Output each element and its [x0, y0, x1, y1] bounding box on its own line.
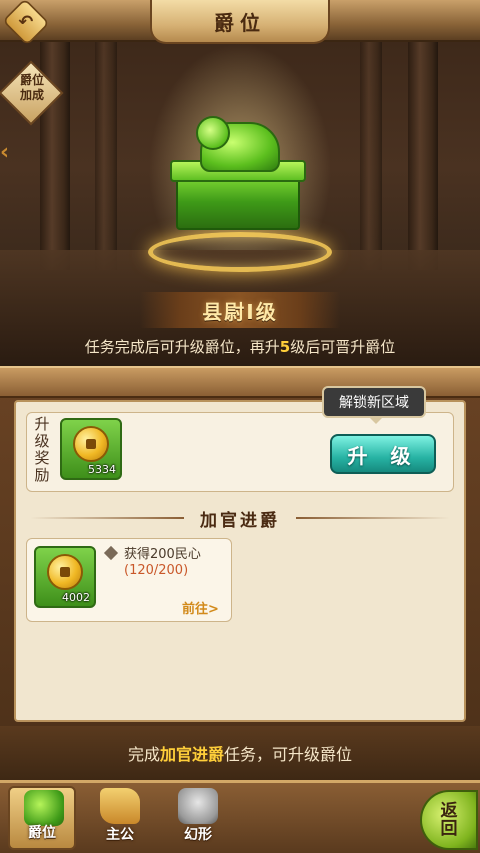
return-button-label: 返 回 [441, 802, 458, 838]
scroll-icon [100, 788, 140, 824]
footer-hint-suffix: 任务，可升级爵位 [224, 745, 353, 764]
footer-hint-bar: 完成加官进爵任务，可升级爵位 [0, 726, 480, 780]
section-header: 加官进爵 [30, 504, 450, 532]
task-progress: (120/200) [124, 563, 189, 578]
tab-lord-label: 主公 [106, 827, 134, 843]
hall-pillar [408, 40, 438, 270]
rank-ribbon: 县尉I级 [140, 292, 340, 328]
chevron-left-icon[interactable]: ‹ [0, 140, 9, 165]
footer-hint-prefix: 完成 [127, 745, 160, 764]
reward-item[interactable]: 5334 [60, 418, 122, 480]
task-go-link[interactable]: 前往> [182, 598, 219, 617]
jade-seal-icon [24, 790, 64, 826]
hall-pillar [95, 40, 117, 270]
task-reward-item[interactable]: 4002 [34, 546, 96, 608]
dragon-statue-icon [178, 788, 218, 824]
hall-pillar [360, 40, 382, 270]
tab-transform[interactable]: 幻形 [164, 786, 232, 850]
section-title: 加官进爵 [200, 510, 280, 531]
back-arrow-icon: ↶ [18, 12, 34, 32]
golden-halo [148, 232, 332, 272]
rank-hint-prefix: 任务完成后可升级爵位，再升 [84, 338, 280, 356]
rank-hint: 任务完成后可升级爵位，再升5级后可晋升爵位 [0, 336, 480, 357]
tab-transform-label: 幻形 [184, 827, 212, 843]
reward-item-count: 5334 [88, 463, 116, 476]
rank-bonus-label-line2: 加成 [19, 88, 44, 102]
upgrade-button[interactable]: 升 级 [330, 434, 436, 474]
section-divider [296, 517, 450, 519]
page-title: 爵位 [214, 10, 266, 35]
title-plate: 爵位 [150, 0, 330, 44]
rank-bonus-label-line1: 爵位 [19, 73, 44, 87]
rank-hint-suffix: 级后可晋升爵位 [290, 338, 396, 356]
tab-rank-label: 爵位 [28, 825, 56, 841]
copper-coin-icon [47, 554, 83, 590]
task-title: 获得200民心 [124, 547, 201, 562]
return-button[interactable]: 返 回 [420, 790, 478, 850]
return-label-line2: 回 [440, 819, 458, 839]
rank-bonus-label[interactable]: 爵位 加成 [10, 73, 54, 103]
task-reward-count: 4002 [62, 591, 90, 604]
reward-label: 升级奖励 [34, 415, 50, 484]
footer-hint-highlight: 加官进爵 [159, 745, 224, 764]
rank-name: 县尉I级 [202, 299, 278, 324]
rank-hint-number: 5 [279, 338, 291, 356]
jade-seal-beast-head [196, 116, 230, 150]
unlock-tooltip-text: 解锁新区域 [339, 395, 409, 411]
unlock-tooltip: 解锁新区域 [322, 386, 426, 424]
footer-hint: 完成加官进爵任务，可升级爵位 [128, 741, 352, 765]
tab-rank[interactable]: 爵位 [8, 786, 76, 850]
return-label-line1: 返 [440, 801, 458, 821]
section-divider [30, 517, 184, 519]
copper-coin-icon [73, 426, 109, 462]
tab-lord[interactable]: 主公 [86, 786, 154, 850]
